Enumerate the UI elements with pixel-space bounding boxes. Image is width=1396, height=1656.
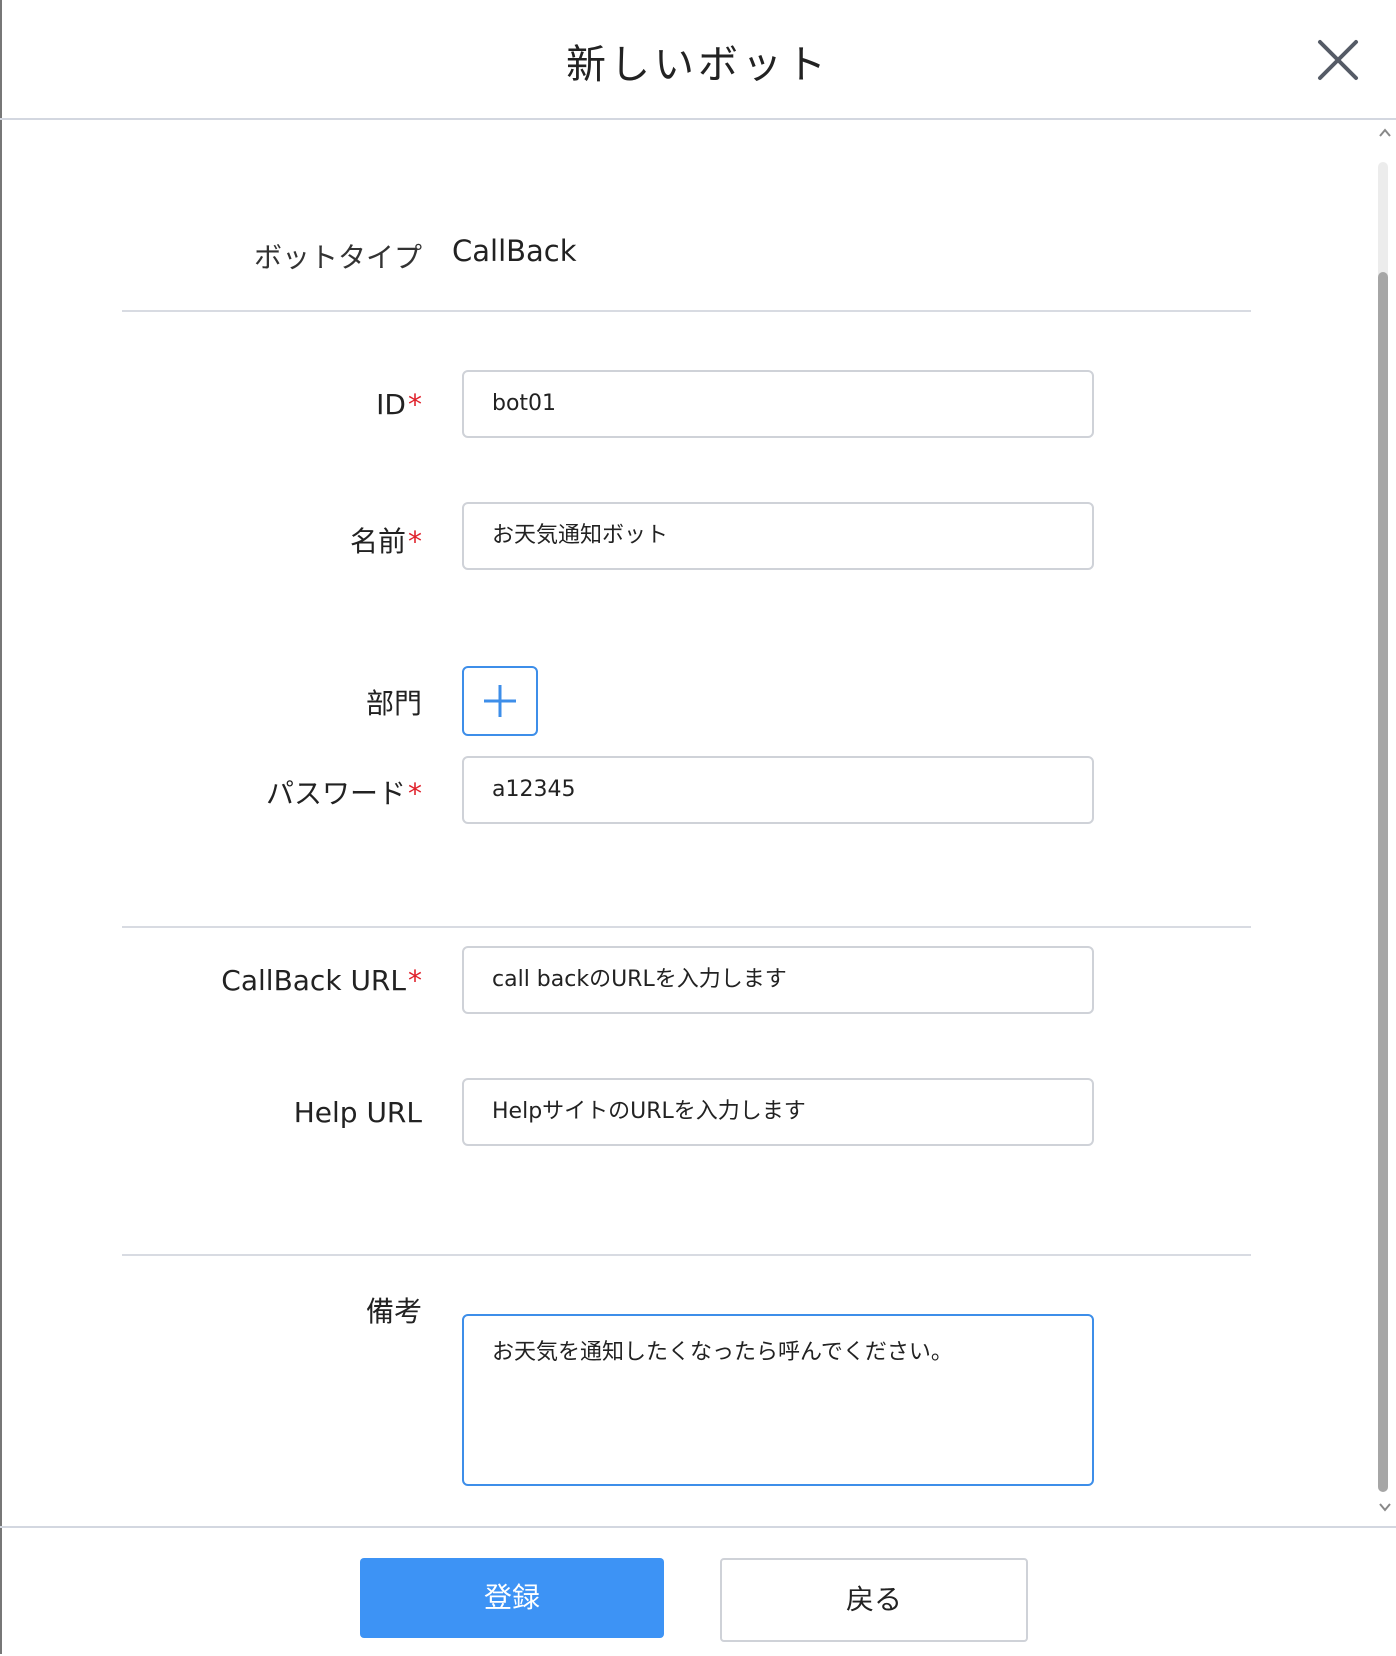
- name-label: 名前*: [350, 520, 422, 560]
- notes-textarea[interactable]: お天気を通知したくなったら呼んでください。: [462, 1314, 1094, 1486]
- plus-icon: [484, 685, 516, 717]
- password-label-text: パスワード: [265, 777, 406, 810]
- department-label: 部門: [366, 682, 422, 722]
- close-icon: [1318, 40, 1358, 80]
- close-button[interactable]: [1312, 34, 1364, 86]
- section-divider: [122, 310, 1251, 312]
- id-label-text: ID: [376, 388, 406, 421]
- help-url-label: Help URL: [294, 1096, 422, 1129]
- back-button[interactable]: 戻る: [720, 1558, 1028, 1642]
- notes-label: 備考: [366, 1290, 422, 1330]
- department-label-text: 部門: [365, 687, 422, 720]
- dialog-title: 新しいボット: [566, 42, 830, 88]
- scrollbar[interactable]: [1374, 120, 1396, 1526]
- section-divider: [122, 1254, 1251, 1256]
- required-mark: *: [408, 388, 422, 421]
- dialog-footer: 登録 戻る: [0, 1526, 1396, 1656]
- bot-type-label: ボットタイプ: [254, 241, 423, 274]
- callback-url-input[interactable]: call backのURLを入力します: [462, 946, 1094, 1014]
- bot-type-value: CallBack: [452, 234, 577, 268]
- help-url-label-text: Help URL: [293, 1096, 422, 1129]
- new-bot-dialog: 新しいボット ボットタイプ CallBack ID* bot01 名前* お天気…: [0, 0, 1396, 1654]
- notes-label-text: 備考: [365, 1295, 422, 1328]
- name-label-text: 名前: [349, 525, 406, 558]
- id-label: ID*: [376, 388, 422, 421]
- id-input[interactable]: bot01: [462, 370, 1094, 438]
- help-url-input[interactable]: HelpサイトのURLを入力します: [462, 1078, 1094, 1146]
- register-button[interactable]: 登録: [360, 1558, 664, 1638]
- dialog-body: ボットタイプ CallBack ID* bot01 名前* お天気通知ボット 部…: [0, 120, 1396, 1526]
- callback-url-label-text: CallBack URL: [221, 964, 406, 997]
- scroll-thumb[interactable]: [1378, 272, 1388, 1492]
- required-mark: *: [408, 964, 422, 997]
- section-divider: [122, 926, 1251, 928]
- password-label: パスワード*: [266, 772, 422, 812]
- dialog-header: 新しいボット: [0, 0, 1396, 120]
- chevron-down-icon[interactable]: [1378, 1500, 1392, 1514]
- callback-url-label: CallBack URL*: [221, 964, 422, 997]
- chevron-up-icon[interactable]: [1378, 126, 1392, 140]
- required-mark: *: [408, 525, 422, 558]
- name-input[interactable]: お天気通知ボット: [462, 502, 1094, 570]
- add-department-button[interactable]: [462, 666, 538, 736]
- required-mark: *: [408, 777, 422, 810]
- password-input[interactable]: a12345: [462, 756, 1094, 824]
